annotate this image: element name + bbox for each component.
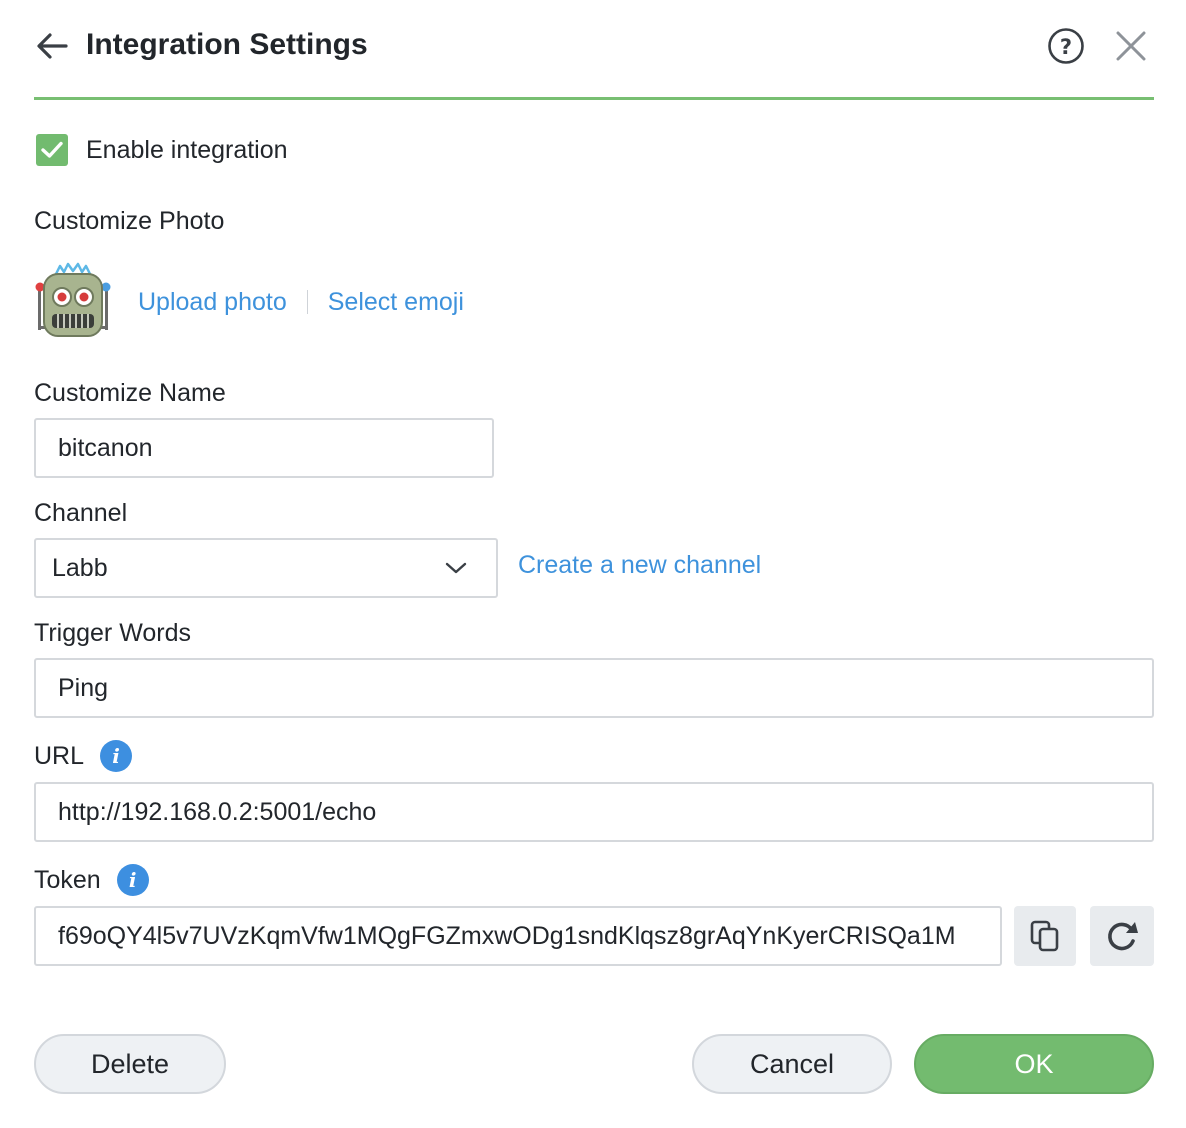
close-button[interactable] bbox=[1112, 27, 1150, 65]
arrow-left-icon bbox=[37, 33, 68, 59]
channel-selected-value: Labb bbox=[52, 553, 108, 582]
divider bbox=[306, 290, 308, 314]
robot-avatar-icon bbox=[35, 262, 111, 337]
url-label: URL bbox=[34, 741, 85, 770]
svg-text:?: ? bbox=[1060, 35, 1072, 59]
channel-select[interactable]: Labb bbox=[34, 538, 498, 598]
help-button[interactable]: ? bbox=[1047, 27, 1085, 65]
copy-icon bbox=[1030, 920, 1059, 952]
close-icon bbox=[1116, 31, 1146, 61]
token-input[interactable]: f69oQY4l5v7UVzKqmVfw1MQgFGZmxwODg1sndKlq… bbox=[34, 906, 1002, 966]
checkmark-icon bbox=[41, 141, 63, 158]
channel-label: Channel bbox=[34, 499, 128, 527]
customize-name-input[interactable]: bitcanon bbox=[34, 418, 494, 478]
dialog-title: Integration Settings bbox=[86, 28, 368, 61]
dialog-header: Integration Settings ? bbox=[34, 0, 1154, 100]
customize-photo-label: Customize Photo bbox=[34, 207, 225, 235]
url-input[interactable]: http://192.168.0.2:5001/echo bbox=[34, 782, 1154, 842]
copy-token-button[interactable] bbox=[1014, 906, 1076, 966]
question-circle-icon: ? bbox=[1048, 28, 1084, 64]
url-info-icon[interactable]: i bbox=[100, 740, 133, 772]
refresh-icon bbox=[1108, 922, 1138, 951]
chevron-down-icon bbox=[445, 562, 467, 574]
upload-photo-link[interactable]: Upload photo bbox=[138, 288, 287, 317]
trigger-words-input[interactable]: Ping bbox=[34, 658, 1154, 718]
regenerate-token-button[interactable] bbox=[1090, 906, 1154, 966]
enable-integration-checkbox[interactable] bbox=[36, 134, 68, 166]
enable-integration-label: Enable integration bbox=[86, 135, 288, 164]
delete-button[interactable]: Delete bbox=[34, 1034, 226, 1094]
ok-button[interactable]: OK bbox=[914, 1034, 1154, 1094]
token-label: Token bbox=[34, 865, 101, 894]
create-channel-link[interactable]: Create a new channel bbox=[518, 551, 761, 580]
photo-row: Upload photo Select emoji bbox=[34, 260, 464, 344]
token-info-icon[interactable]: i bbox=[116, 864, 149, 896]
trigger-words-label: Trigger Words bbox=[34, 619, 191, 647]
select-emoji-link[interactable]: Select emoji bbox=[328, 288, 464, 317]
back-button[interactable] bbox=[34, 26, 70, 66]
enable-integration-row: Enable integration bbox=[36, 132, 288, 168]
url-label-row: URL i bbox=[34, 740, 133, 772]
token-label-row: Token i bbox=[34, 864, 149, 896]
cancel-button[interactable]: Cancel bbox=[692, 1034, 892, 1094]
token-value: f69oQY4l5v7UVzKqmVfw1MQgFGZmxwODg1sndKlq… bbox=[58, 921, 956, 950]
customize-name-label: Customize Name bbox=[34, 379, 226, 407]
